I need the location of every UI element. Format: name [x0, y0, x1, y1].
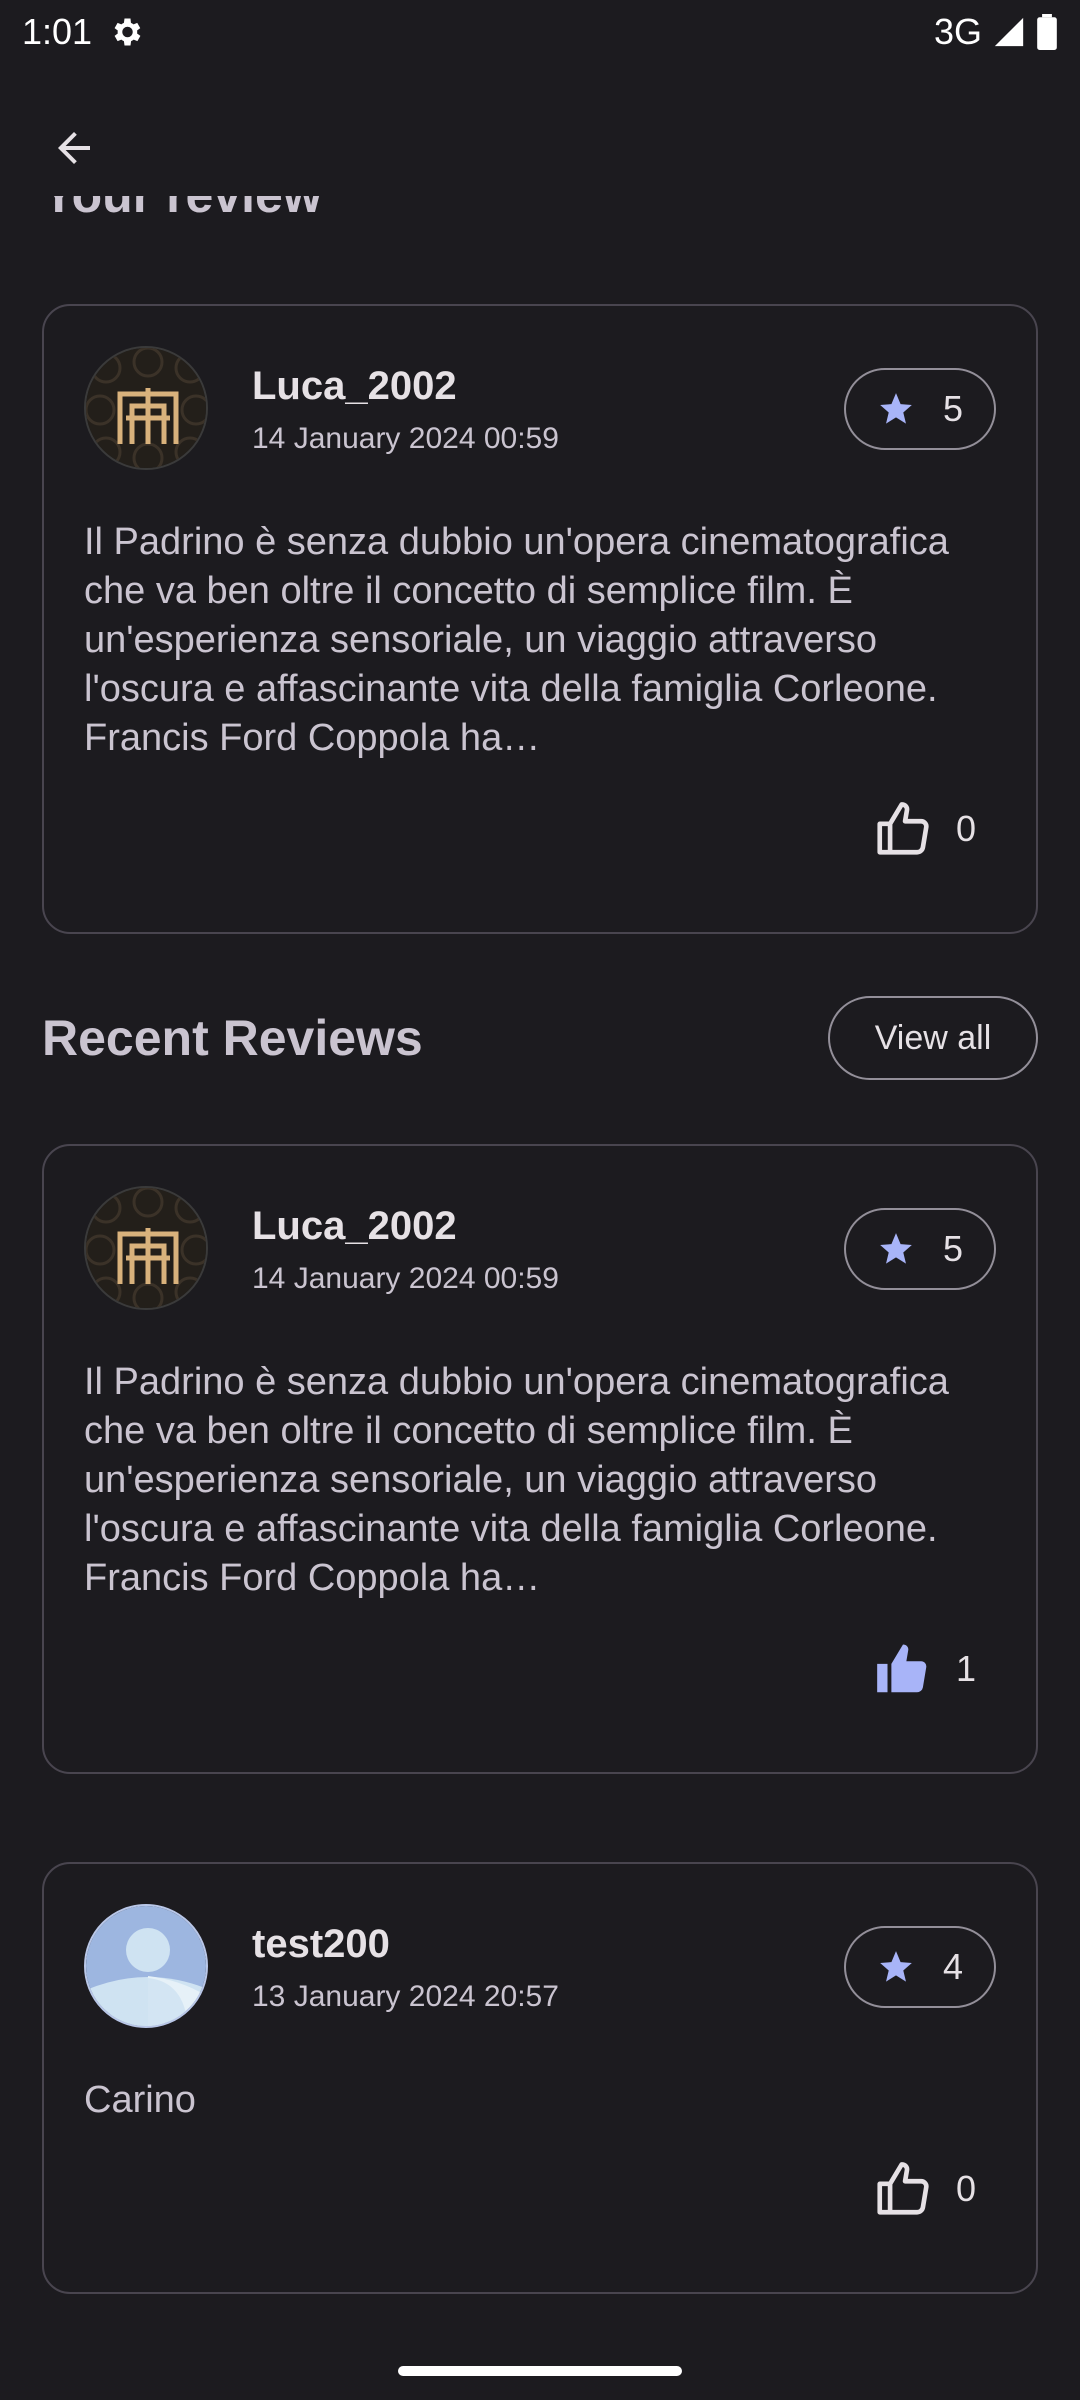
your-review-card: Luca_2002 14 January 2024 00:59 5 Il Pad… [42, 304, 1038, 934]
rating-value: 5 [942, 1228, 964, 1269]
status-time: 1:01 [22, 11, 93, 52]
rating-chip: 4 [844, 1926, 996, 2008]
review-date: 14 January 2024 00:59 [252, 422, 559, 455]
top-app-bar [0, 100, 1080, 196]
review-card: Luca_2002 14 January 2024 00:59 5 Il Pad… [42, 1144, 1038, 1774]
review-date: 13 January 2024 20:57 [252, 1980, 559, 2013]
arrow-back-icon [50, 124, 98, 172]
review-username: Luca_2002 [252, 364, 457, 408]
signal-icon [992, 15, 1026, 49]
star-icon [877, 1948, 915, 1986]
review-text: Il Padrino è senza dubbio un'opera cinem… [84, 521, 949, 759]
back-button[interactable] [42, 116, 106, 180]
review-username: test200 [252, 1922, 390, 1966]
status-bar: 1:01 3G [0, 0, 1080, 64]
recent-reviews-header: Recent Reviews View all [42, 996, 1038, 1080]
review-text: Carino [84, 2079, 196, 2121]
thumb-up-outline-icon[interactable] [872, 798, 934, 860]
rating-value: 5 [942, 388, 964, 429]
avatar[interactable] [84, 346, 208, 470]
network-type: 3G [933, 11, 982, 52]
avatar[interactable] [84, 1904, 208, 2028]
recent-reviews-title: Recent Reviews [42, 1010, 423, 1066]
like-row: 0 [872, 2158, 976, 2220]
review-date: 14 January 2024 00:59 [252, 1262, 559, 1295]
like-count: 0 [955, 2168, 976, 2209]
review-username: Luca_2002 [252, 1204, 457, 1248]
like-row: 1 [872, 1638, 976, 1700]
like-count: 0 [955, 808, 976, 849]
rating-value: 4 [942, 1946, 964, 1987]
thumb-up-filled-icon[interactable] [872, 1638, 934, 1700]
like-row: 0 [872, 798, 976, 860]
like-count: 1 [955, 1648, 976, 1689]
settings-icon [108, 14, 144, 50]
rating-chip: 5 [844, 1208, 996, 1290]
review-card: test200 13 January 2024 20:57 4 Carino 0 [42, 1862, 1038, 2294]
your-review-title: Your review [42, 196, 322, 254]
view-all-button[interactable]: View all [828, 996, 1038, 1080]
thumb-up-outline-icon[interactable] [872, 2158, 934, 2220]
star-icon [877, 1230, 915, 1268]
battery-icon [1036, 14, 1058, 50]
review-text: Il Padrino è senza dubbio un'opera cinem… [84, 1361, 949, 1599]
star-icon [877, 390, 915, 428]
rating-chip: 5 [844, 368, 996, 450]
gesture-nav-handle[interactable] [398, 2366, 682, 2376]
avatar[interactable] [84, 1186, 208, 1310]
